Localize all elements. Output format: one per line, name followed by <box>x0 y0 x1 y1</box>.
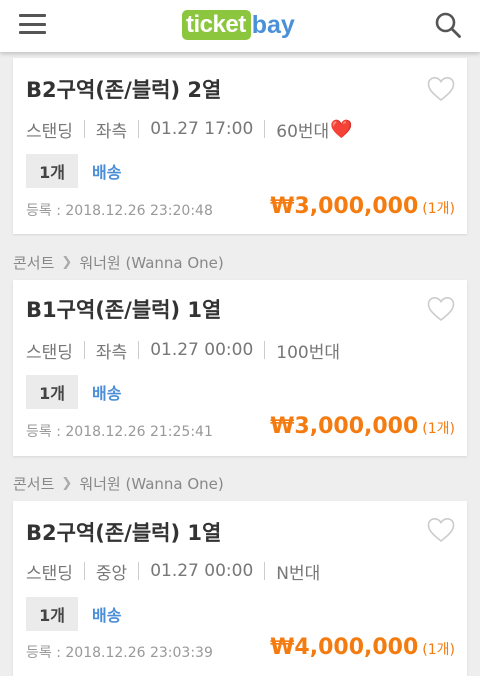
delivery-method: 배송 <box>92 163 122 182</box>
divider <box>83 120 85 138</box>
price-quantity: (1개) <box>422 421 455 437</box>
divider <box>138 120 140 138</box>
divider <box>264 341 266 359</box>
divider <box>264 120 266 138</box>
listing-meta: 스탠딩 좌측 01.27 17:00 60번대 ❤️ <box>26 118 353 142</box>
registered-date: 등록 : 2018.12.26 23:20:48 <box>26 203 213 219</box>
delivery-method: 배송 <box>92 606 122 625</box>
divider <box>83 341 85 359</box>
red-heart-icon: ❤️ <box>330 118 353 140</box>
price-block: ₩3,000,000 (1개) <box>270 194 455 219</box>
listing-card[interactable]: B2구역(존/블럭) 2열 스탠딩 좌측 01.27 17:00 60번대 ❤️… <box>13 58 467 234</box>
divider <box>83 562 85 580</box>
divider <box>138 341 140 359</box>
divider <box>138 562 140 580</box>
app-header: ticket bay <box>0 0 480 52</box>
quantity-badge: 1개 <box>26 154 78 188</box>
quantity-badge: 1개 <box>26 597 78 631</box>
price-quantity: (1개) <box>422 201 455 217</box>
price-block: ₩4,000,000 (1개) <box>270 635 455 660</box>
seat-type: 스탠딩 <box>26 342 73 363</box>
breadcrumb-category[interactable]: 콘서트 <box>13 252 54 273</box>
breadcrumb-artist[interactable]: 워너원 (Wanna One) <box>79 252 223 273</box>
breadcrumb: 콘서트 ❯ 워너원 (Wanna One) <box>13 473 224 494</box>
price: ₩4,000,000 <box>270 635 419 660</box>
ticket-number: N번대 <box>276 563 321 584</box>
seat-side: 좌측 <box>95 121 128 142</box>
ticket-number: 100번대 <box>276 342 340 363</box>
hamburger-menu-icon[interactable] <box>19 14 46 34</box>
listing-card[interactable]: B1구역(존/블럭) 1열 스탠딩 좌측 01.27 00:00 100번대 1… <box>13 280 467 456</box>
event-datetime: 01.27 00:00 <box>150 340 254 360</box>
listing-title: B1구역(존/블럭) 1열 <box>26 298 222 322</box>
price: ₩3,000,000 <box>270 194 419 219</box>
listing-meta: 스탠딩 중앙 01.27 00:00 N번대 <box>26 560 321 584</box>
listing-meta: 스탠딩 좌측 01.27 00:00 100번대 <box>26 339 340 363</box>
quantity-badge: 1개 <box>26 375 78 409</box>
ticketbay-logo[interactable]: ticket bay <box>182 8 295 42</box>
heart-outline-icon[interactable] <box>427 517 455 543</box>
search-icon[interactable] <box>434 11 462 39</box>
event-datetime: 01.27 17:00 <box>150 119 254 139</box>
delivery-method: 배송 <box>92 384 122 403</box>
divider <box>264 562 266 580</box>
breadcrumb-artist[interactable]: 워너원 (Wanna One) <box>79 473 223 494</box>
breadcrumb: 콘서트 ❯ 워너원 (Wanna One) <box>13 252 224 273</box>
breadcrumb-category[interactable]: 콘서트 <box>13 473 54 494</box>
chevron-right-icon: ❯ <box>61 476 73 491</box>
seat-side: 중앙 <box>95 563 128 584</box>
registered-date: 등록 : 2018.12.26 21:25:41 <box>26 424 213 440</box>
heart-outline-icon[interactable] <box>427 296 455 322</box>
ticket-number: 60번대 <box>276 121 330 142</box>
heart-outline-icon[interactable] <box>427 76 455 102</box>
registered-date: 등록 : 2018.12.26 23:03:39 <box>26 645 213 661</box>
logo-ticket-text: ticket <box>182 10 251 40</box>
chevron-right-icon: ❯ <box>61 255 73 270</box>
listing-title: B2구역(존/블럭) 1열 <box>26 521 222 545</box>
seat-type: 스탠딩 <box>26 563 73 584</box>
price-quantity: (1개) <box>422 642 455 658</box>
price: ₩3,000,000 <box>270 414 419 439</box>
seat-side: 좌측 <box>95 342 128 363</box>
listing-title: B2구역(존/블럭) 2열 <box>26 78 222 102</box>
seat-type: 스탠딩 <box>26 121 73 142</box>
logo-bay-text: bay <box>251 11 295 39</box>
price-block: ₩3,000,000 (1개) <box>270 414 455 439</box>
event-datetime: 01.27 00:00 <box>150 561 254 581</box>
listing-card[interactable]: B2구역(존/블럭) 1열 스탠딩 중앙 01.27 00:00 N번대 1개 … <box>13 501 467 676</box>
